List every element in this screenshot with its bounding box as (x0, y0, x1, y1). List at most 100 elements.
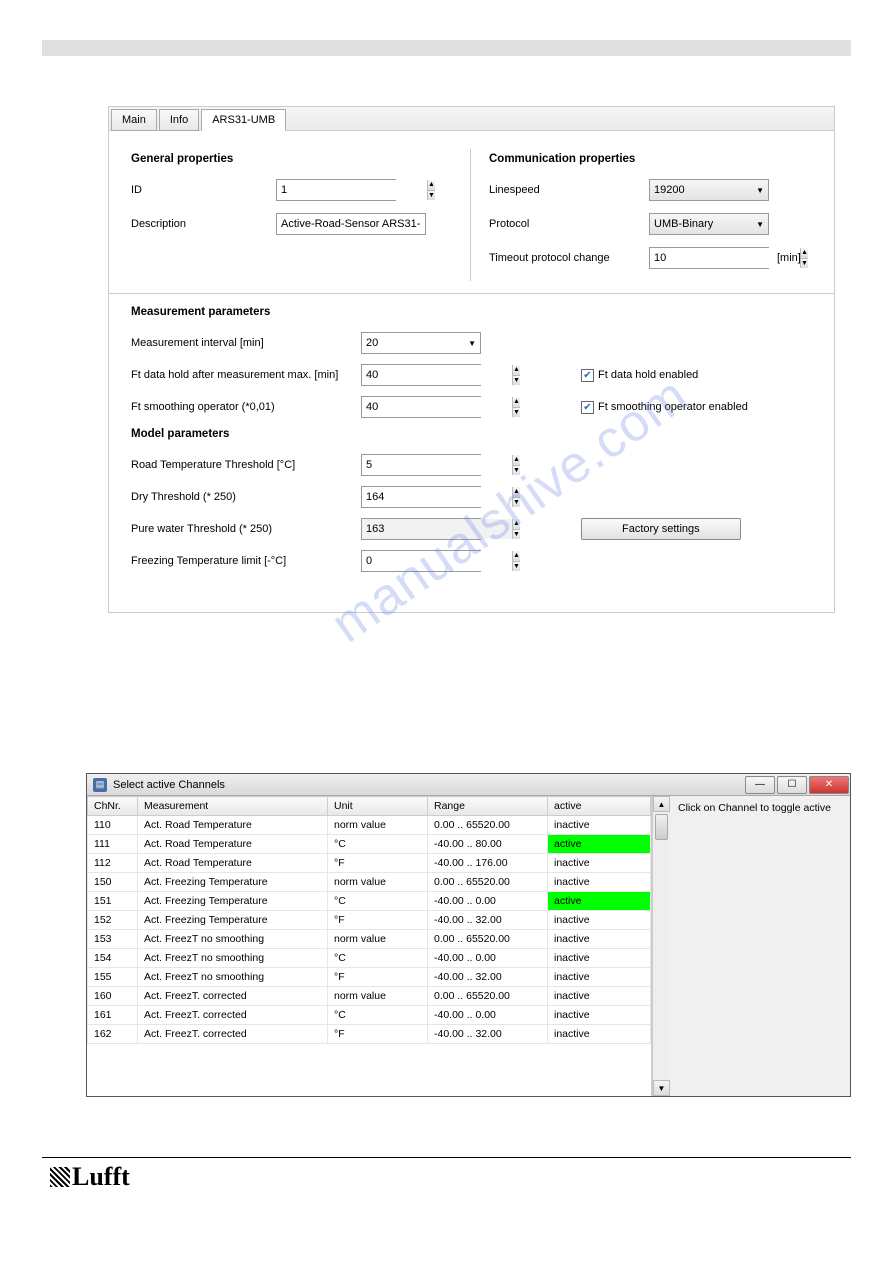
tab-info[interactable]: Info (159, 109, 199, 131)
table-row[interactable]: 152Act. Freezing Temperature°F-40.00 .. … (88, 911, 651, 930)
cell-range: -40.00 .. 176.00 (428, 854, 548, 873)
spin-up-icon[interactable]: ▲ (513, 551, 520, 562)
table-row[interactable]: 110Act. Road Temperaturenorm value0.00 .… (88, 816, 651, 835)
col-chnr[interactable]: ChNr. (88, 797, 138, 816)
cell-meas: Act. Freezing Temperature (138, 911, 328, 930)
road-temperature-threshold-input[interactable]: ▲▼ (361, 454, 481, 476)
cell-active[interactable]: active (548, 835, 651, 854)
table-row[interactable]: 111Act. Road Temperature°C-40.00 .. 80.0… (88, 835, 651, 854)
spin-down-icon[interactable]: ▼ (513, 408, 520, 418)
cell-range: 0.00 .. 65520.00 (428, 987, 548, 1006)
pure-water-threshold-input[interactable]: ▲▼ (361, 518, 481, 540)
cell-range: 0.00 .. 65520.00 (428, 873, 548, 892)
road-temperature-threshold-field[interactable] (362, 455, 512, 475)
spin-down-icon[interactable]: ▼ (801, 259, 808, 269)
pure-water-threshold-field[interactable] (362, 519, 512, 539)
cell-active[interactable]: inactive (548, 930, 651, 949)
protocol-dropdown[interactable]: UMB-Binary ▼ (649, 213, 769, 235)
cell-active[interactable]: inactive (548, 987, 651, 1006)
dry-threshold-label: Dry Threshold (* 250) (131, 491, 361, 503)
table-row[interactable]: 151Act. Freezing Temperature°C-40.00 .. … (88, 892, 651, 911)
cell-active[interactable]: inactive (548, 949, 651, 968)
cell-range: -40.00 .. 80.00 (428, 835, 548, 854)
pure-water-threshold-label: Pure water Threshold (* 250) (131, 523, 361, 535)
table-row[interactable]: 153Act. FreezT no smoothingnorm value0.0… (88, 930, 651, 949)
cell-active[interactable]: inactive (548, 1025, 651, 1044)
table-row[interactable]: 112Act. Road Temperature°F-40.00 .. 176.… (88, 854, 651, 873)
measurement-interval-dropdown[interactable]: 20 ▼ (361, 332, 481, 354)
table-row[interactable]: 150Act. Freezing Temperaturenorm value0.… (88, 873, 651, 892)
cell-unit: °C (328, 949, 428, 968)
smoothing-operator-input[interactable]: ▲▼ (361, 396, 481, 418)
scroll-down-icon[interactable]: ▼ (653, 1080, 670, 1096)
table-row[interactable]: 160Act. FreezT. correctednorm value0.00 … (88, 987, 651, 1006)
data-hold-checkbox[interactable]: ✔ (581, 369, 594, 382)
chevron-down-icon: ▼ (756, 186, 764, 195)
cell-active[interactable]: inactive (548, 816, 651, 835)
spin-down-icon[interactable]: ▼ (513, 466, 520, 476)
cell-active[interactable]: inactive (548, 854, 651, 873)
spin-down-icon[interactable]: ▼ (513, 498, 520, 508)
id-input-field[interactable] (277, 180, 427, 200)
spin-up-icon[interactable]: ▲ (428, 180, 435, 191)
cell-ch: 112 (88, 854, 138, 873)
tab-ars31-umb[interactable]: ARS31-UMB (201, 109, 286, 131)
spin-down-icon[interactable]: ▼ (513, 562, 520, 572)
spin-down-icon[interactable]: ▼ (513, 530, 520, 540)
minimize-button[interactable]: — (745, 776, 775, 794)
freezing-temperature-limit-field[interactable] (362, 551, 512, 571)
table-row[interactable]: 162Act. FreezT. corrected°F-40.00 .. 32.… (88, 1025, 651, 1044)
protocol-value: UMB-Binary (654, 218, 713, 230)
data-hold-input-field[interactable] (362, 365, 512, 385)
vertical-scrollbar[interactable]: ▲ ▼ (652, 796, 670, 1096)
timeout-input[interactable]: ▲▼ (649, 247, 769, 269)
lufft-logo: Lufft (50, 1162, 893, 1192)
linespeed-dropdown[interactable]: 19200 ▼ (649, 179, 769, 201)
maximize-button[interactable]: ☐ (777, 776, 807, 794)
smoothing-operator-input-field[interactable] (362, 397, 512, 417)
spin-up-icon[interactable]: ▲ (801, 248, 808, 259)
table-row[interactable]: 155Act. FreezT no smoothing°F-40.00 .. 3… (88, 968, 651, 987)
data-hold-input[interactable]: ▲▼ (361, 364, 481, 386)
smoothing-operator-checkbox[interactable]: ✔ (581, 401, 594, 414)
cell-ch: 154 (88, 949, 138, 968)
spin-up-icon[interactable]: ▲ (513, 455, 520, 466)
freezing-temperature-limit-input[interactable]: ▲▼ (361, 550, 481, 572)
dry-threshold-input[interactable]: ▲▼ (361, 486, 481, 508)
spin-up-icon[interactable]: ▲ (513, 519, 520, 530)
col-measurement[interactable]: Measurement (138, 797, 328, 816)
freezing-temperature-limit-label: Freezing Temperature limit [-°C] (131, 555, 361, 567)
cell-meas: Act. Road Temperature (138, 816, 328, 835)
cell-active[interactable]: inactive (548, 873, 651, 892)
table-row[interactable]: 161Act. FreezT. corrected°C-40.00 .. 0.0… (88, 1006, 651, 1025)
spin-up-icon[interactable]: ▲ (513, 397, 520, 408)
spin-up-icon[interactable]: ▲ (513, 487, 520, 498)
tab-main[interactable]: Main (111, 109, 157, 131)
col-unit[interactable]: Unit (328, 797, 428, 816)
spin-down-icon[interactable]: ▼ (428, 191, 435, 201)
spin-up-icon[interactable]: ▲ (513, 365, 520, 376)
id-input[interactable]: ▲▼ (276, 179, 396, 201)
close-button[interactable]: ✕ (809, 776, 849, 794)
window-titlebar[interactable]: ▤ Select active Channels — ☐ ✕ (87, 774, 850, 796)
scroll-up-icon[interactable]: ▲ (653, 796, 670, 812)
cell-range: -40.00 .. 0.00 (428, 949, 548, 968)
scroll-track[interactable] (653, 812, 670, 1080)
cell-ch: 152 (88, 911, 138, 930)
factory-settings-button[interactable]: Factory settings (581, 518, 741, 540)
cell-meas: Act. Freezing Temperature (138, 873, 328, 892)
table-row[interactable]: 154Act. FreezT no smoothing°C-40.00 .. 0… (88, 949, 651, 968)
cell-meas: Act. FreezT no smoothing (138, 949, 328, 968)
description-input[interactable] (276, 213, 426, 235)
dry-threshold-field[interactable] (362, 487, 512, 507)
cell-active[interactable]: inactive (548, 968, 651, 987)
cell-active[interactable]: active (548, 892, 651, 911)
cell-unit: °F (328, 911, 428, 930)
col-active[interactable]: active (548, 797, 651, 816)
scroll-thumb[interactable] (655, 814, 668, 840)
spin-down-icon[interactable]: ▼ (513, 376, 520, 386)
cell-active[interactable]: inactive (548, 1006, 651, 1025)
cell-unit: norm value (328, 987, 428, 1006)
col-range[interactable]: Range (428, 797, 548, 816)
cell-active[interactable]: inactive (548, 911, 651, 930)
